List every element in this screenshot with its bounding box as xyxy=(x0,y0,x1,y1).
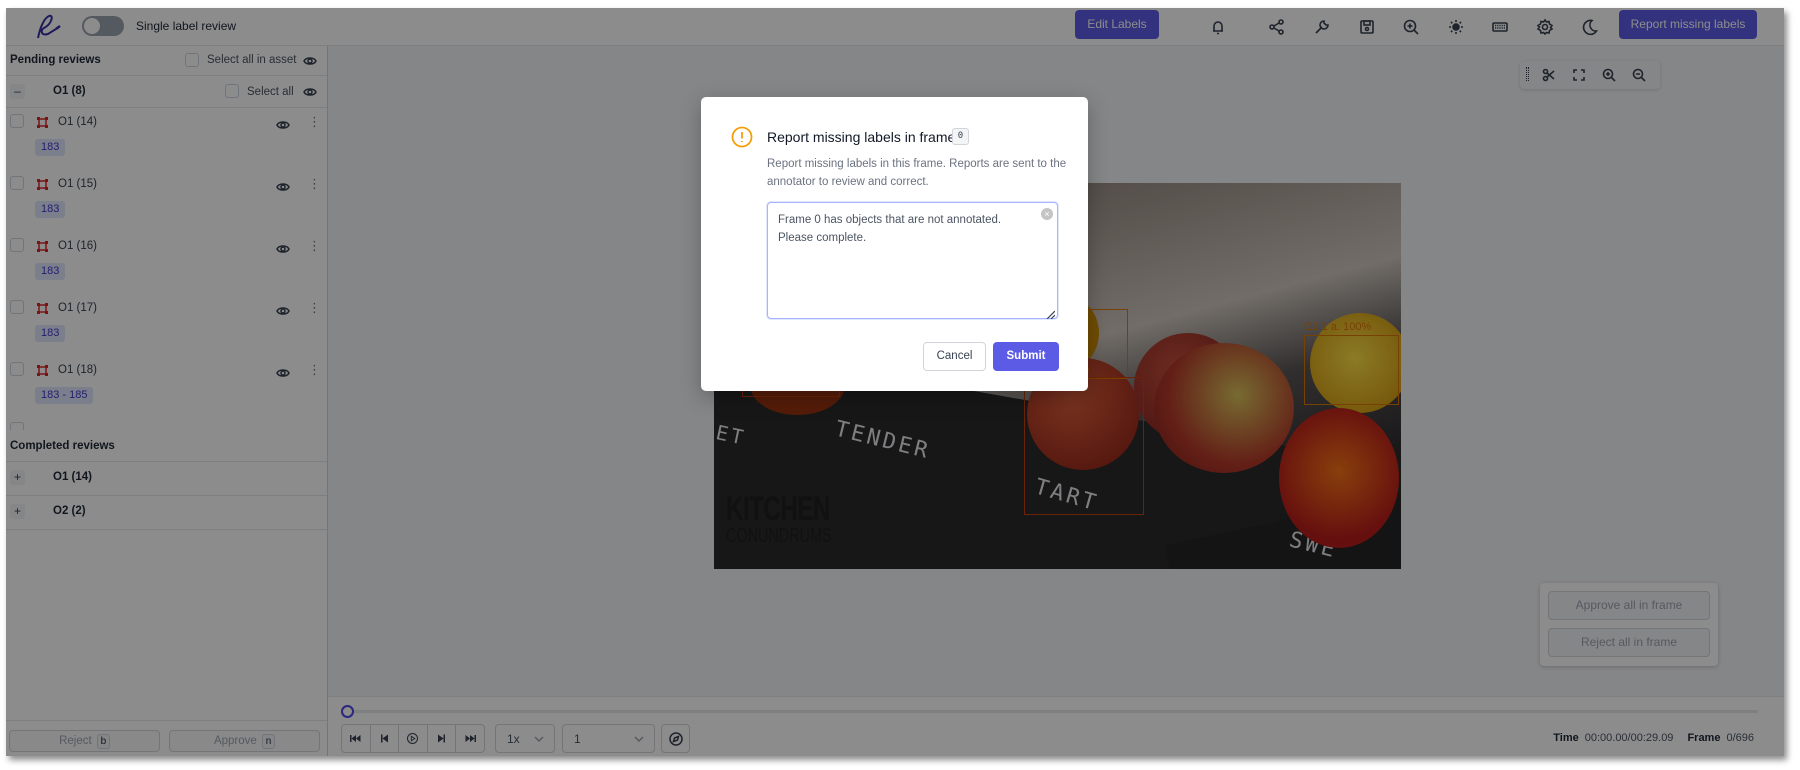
dialog-title: Report missing labels in frame xyxy=(767,129,956,145)
submit-button[interactable]: Submit xyxy=(993,342,1059,371)
app-window: Single label review Edit Labels Report m… xyxy=(6,8,1784,756)
warning-icon xyxy=(731,126,753,148)
dialog-description: Report missing labels in this frame. Rep… xyxy=(767,158,1067,188)
resize-handle-icon[interactable] xyxy=(1045,306,1056,320)
clear-text-icon[interactable]: × xyxy=(1041,208,1053,220)
report-missing-labels-dialog: Report missing labels in frame 0 Report … xyxy=(701,97,1088,391)
report-message-textarea[interactable] xyxy=(767,202,1058,319)
frame-number-badge: 0 xyxy=(952,128,969,145)
cancel-button[interactable]: Cancel xyxy=(923,342,986,371)
